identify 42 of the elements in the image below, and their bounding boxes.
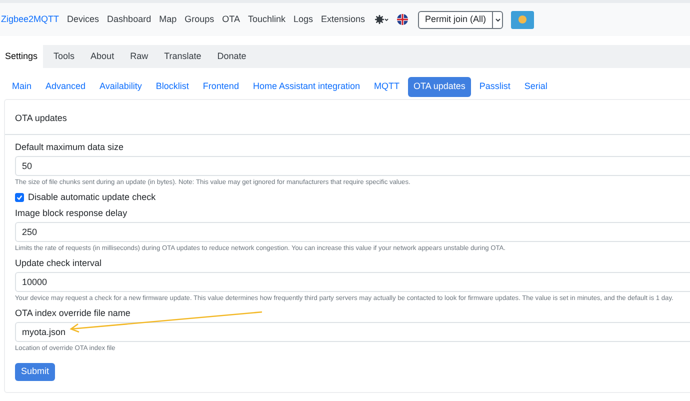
- field-label: OTA index override file name: [15, 308, 132, 319]
- tab[interactable]: About: [86, 45, 120, 68]
- subtab[interactable]: MQTT: [368, 76, 406, 96]
- input-field[interactable]: 250: [15, 222, 690, 242]
- card-title: OTA updates: [15, 113, 67, 123]
- gear-icon[interactable]: [375, 15, 390, 24]
- flag-icon[interactable]: [397, 14, 408, 25]
- submit-button[interactable]: Submit: [15, 362, 56, 381]
- field-label: Image block response delay: [15, 208, 128, 219]
- tab[interactable]: Settings: [0, 45, 43, 68]
- checkbox-label: Disable automatic update check: [28, 192, 156, 203]
- caret-icon[interactable]: [492, 12, 502, 28]
- field-label: Default maximum data size: [15, 142, 125, 153]
- subtab[interactable]: Availability: [94, 76, 148, 96]
- tab[interactable]: Donate: [212, 45, 252, 68]
- input-field[interactable]: 10000: [15, 272, 690, 292]
- brand-link[interactable]: Zigbee2MQTT: [1, 12, 60, 26]
- nav-link[interactable]: OTA: [222, 12, 240, 26]
- field-label: Update check interval: [15, 258, 103, 269]
- subtab[interactable]: Main: [6, 76, 38, 96]
- tab[interactable]: Translate: [159, 45, 206, 68]
- subtab[interactable]: OTA updates: [408, 76, 472, 96]
- tab[interactable]: Tools: [48, 45, 80, 68]
- subtab[interactable]: Home Assistant integration: [246, 76, 366, 96]
- tab[interactable]: Raw: [125, 45, 154, 68]
- theme-button[interactable]: [511, 10, 534, 28]
- subtab[interactable]: Frontend: [196, 76, 245, 96]
- subtab[interactable]: Advanced: [40, 76, 92, 96]
- nav-link[interactable]: Groups: [184, 12, 214, 26]
- subtab[interactable]: Blocklist: [150, 76, 195, 96]
- nav-link[interactable]: Dashboard: [107, 12, 152, 26]
- subtab[interactable]: Serial: [518, 76, 554, 96]
- nav-link[interactable]: Extensions: [321, 12, 366, 26]
- subtab[interactable]: Passlist: [473, 76, 516, 96]
- nav-link[interactable]: Map: [159, 12, 177, 26]
- input-field[interactable]: myota.json: [15, 322, 690, 342]
- permit-join-button[interactable]: Permit join (All): [418, 10, 504, 28]
- nav-link[interactable]: Touchlink: [248, 12, 286, 26]
- nav-link[interactable]: Logs: [293, 12, 314, 26]
- input-field[interactable]: 50: [15, 156, 690, 176]
- checkbox[interactable]: [15, 193, 24, 202]
- nav-link[interactable]: Devices: [67, 12, 100, 26]
